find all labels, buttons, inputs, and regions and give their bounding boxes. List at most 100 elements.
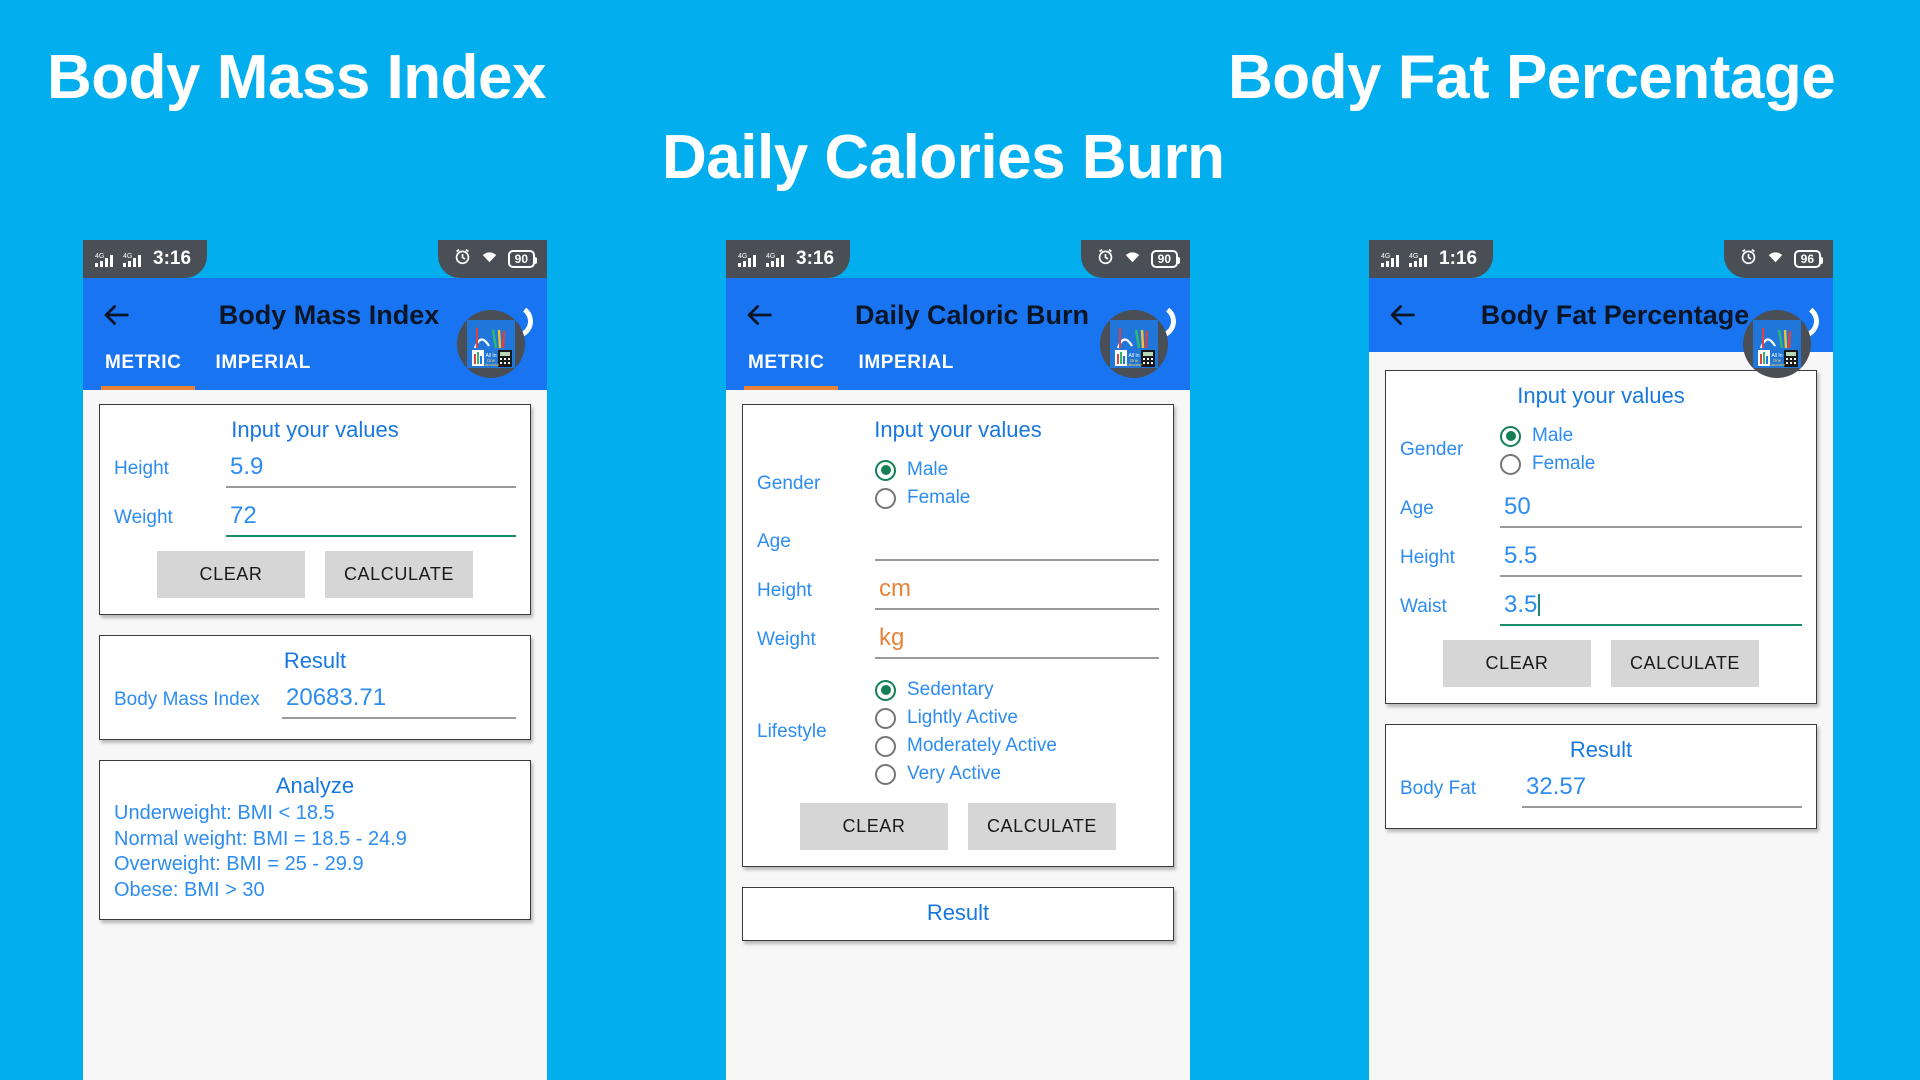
weight-input[interactable]: 72 xyxy=(226,502,516,537)
result-label: Body Fat xyxy=(1400,778,1477,799)
action-buttons: CLEAR CALCULATE xyxy=(757,803,1159,850)
radio-icon[interactable] xyxy=(875,707,896,729)
result-card: Result Body Mass Index 20683.71 xyxy=(99,635,531,740)
input-values-card: Input your values Gender Male Female Age xyxy=(1385,370,1817,704)
gender-option-female[interactable]: Female xyxy=(875,487,1159,509)
tab-bar: METRIC IMPERIAL xyxy=(83,352,547,390)
result-card-title: Result xyxy=(926,900,990,925)
gender-option-male[interactable]: Male xyxy=(1500,425,1802,447)
radio-icon[interactable] xyxy=(875,735,896,757)
status-bar-right: 90 xyxy=(437,240,547,278)
radio-icon-selected[interactable] xyxy=(1500,425,1521,447)
content-area: Input your values Gender Male Female Age xyxy=(726,390,1190,1080)
status-bar-left: 4G 4G 3:16 xyxy=(726,240,851,278)
status-bar: 4G 4G 1:16 96 xyxy=(1369,240,1833,278)
waist-input[interactable]: 3.5 xyxy=(1500,591,1802,626)
lifestyle-option-label: Very Active xyxy=(907,763,1001,784)
alarm-icon xyxy=(454,248,471,270)
status-clock: 3:16 xyxy=(796,248,835,269)
analyze-card: Analyze Underweight: BMI < 18.5 Normal w… xyxy=(99,760,531,921)
gender-option-female[interactable]: Female xyxy=(1500,453,1802,475)
radio-icon-selected[interactable] xyxy=(875,679,896,701)
tab-active-indicator xyxy=(101,386,195,390)
age-input[interactable] xyxy=(875,527,1159,561)
age-input[interactable]: 50 xyxy=(1500,493,1802,528)
height-label: Height xyxy=(757,580,812,601)
wifi-icon xyxy=(1123,249,1142,269)
radio-icon[interactable] xyxy=(875,487,896,509)
lifestyle-group: Lifestyle Sedentary Lightly Active Moder… xyxy=(757,673,1159,791)
calculate-button[interactable]: CALCULATE xyxy=(968,803,1116,850)
height-label: Height xyxy=(1400,547,1455,568)
wifi-icon xyxy=(1766,249,1785,269)
signal-4g-icon-2: 4G xyxy=(123,251,145,268)
clear-button[interactable]: CLEAR xyxy=(800,803,948,850)
field-row-waist: Waist 3.5 xyxy=(1400,591,1802,626)
height-input[interactable]: 5.9 xyxy=(226,453,516,488)
analyze-line: Normal weight: BMI = 18.5 - 24.9 xyxy=(114,827,407,850)
status-bar: 4G 4G 3:16 90 xyxy=(726,240,1190,278)
clear-button[interactable]: CLEAR xyxy=(157,551,305,598)
result-row: Body Fat 32.57 xyxy=(1400,773,1802,808)
age-label: Age xyxy=(757,531,791,552)
signal-4g-icon-2: 4G xyxy=(766,251,788,268)
gender-label: Gender xyxy=(757,473,821,494)
phone-screenshot-calories: 4G 4G 3:16 90 Daily Caloric Burn All In … xyxy=(726,240,1190,1080)
height-input[interactable]: cm xyxy=(875,575,1159,610)
status-clock: 1:16 xyxy=(1439,248,1478,269)
age-label: Age xyxy=(1400,498,1434,519)
height-input[interactable]: 5.5 xyxy=(1500,542,1802,577)
calculate-button[interactable]: CALCULATE xyxy=(325,551,473,598)
radio-icon[interactable] xyxy=(1500,453,1521,475)
logo-circle: All In One Calculator xyxy=(1743,310,1811,378)
lifestyle-option-sedentary[interactable]: Sedentary xyxy=(875,679,1159,701)
all-in-one-calculator-icon: All In One Calculator xyxy=(1753,320,1801,368)
analyze-line: Underweight: BMI < 18.5 xyxy=(114,802,335,824)
svg-text:4G: 4G xyxy=(738,253,747,260)
result-card: Result Body Fat 32.57 xyxy=(1385,724,1817,829)
gender-option-male[interactable]: Male xyxy=(875,459,1159,481)
tab-metric[interactable]: METRIC xyxy=(105,352,181,390)
analyze-line: Obese: BMI > 30 xyxy=(114,878,265,901)
alarm-icon xyxy=(1097,248,1114,270)
content-area: Input your values Gender Male Female Age xyxy=(1369,352,1833,1080)
banner-body-mass-index: Body Mass Index xyxy=(47,43,546,112)
signal-4g-icon-1: 4G xyxy=(1381,251,1403,268)
radio-icon[interactable] xyxy=(875,763,896,785)
battery-indicator: 90 xyxy=(507,250,538,268)
svg-text:4G: 4G xyxy=(1381,253,1390,260)
tab-imperial[interactable]: IMPERIAL xyxy=(858,352,954,390)
gender-option-label: Female xyxy=(1532,453,1596,474)
status-bar-right: 90 xyxy=(1080,240,1190,278)
weight-input[interactable]: kg xyxy=(875,624,1159,659)
lifestyle-option-very-active[interactable]: Very Active xyxy=(875,763,1159,785)
gender-option-label: Female xyxy=(907,487,971,508)
app-bar: Body Fat Percentage All In One Calculato… xyxy=(1369,278,1833,378)
tab-imperial[interactable]: IMPERIAL xyxy=(215,352,311,390)
field-row-weight: Weight 72 xyxy=(114,502,516,537)
lifestyle-option-lightly-active[interactable]: Lightly Active xyxy=(875,707,1159,729)
svg-text:4G: 4G xyxy=(1409,253,1418,260)
app-logo[interactable]: All In One Calculator xyxy=(1743,302,1822,378)
height-label: Height xyxy=(114,458,169,479)
result-value: 32.57 xyxy=(1522,773,1802,808)
action-buttons: CLEAR CALCULATE xyxy=(1400,640,1802,687)
clear-button[interactable]: CLEAR xyxy=(1443,640,1591,687)
result-label: Body Mass Index xyxy=(114,689,260,710)
status-clock: 3:16 xyxy=(153,248,192,269)
field-row-weight: Weight kg xyxy=(757,624,1159,659)
result-card-title: Result xyxy=(1569,737,1633,762)
status-bar: 4G 4G 3:16 90 xyxy=(83,240,547,278)
wifi-icon xyxy=(480,249,499,269)
radio-icon-selected[interactable] xyxy=(875,459,896,481)
battery-indicator: 96 xyxy=(1793,250,1824,268)
waist-label: Waist xyxy=(1400,596,1447,617)
tab-metric[interactable]: METRIC xyxy=(748,352,824,390)
alarm-icon xyxy=(1740,248,1757,270)
analyze-card-title: Analyze xyxy=(275,773,355,798)
calculate-button[interactable]: CALCULATE xyxy=(1611,640,1759,687)
status-bar-left: 4G 4G 1:16 xyxy=(1369,240,1494,278)
input-card-title: Input your values xyxy=(231,417,399,442)
field-row-height: Height 5.5 xyxy=(1400,542,1802,577)
lifestyle-option-moderately-active[interactable]: Moderately Active xyxy=(875,735,1159,757)
